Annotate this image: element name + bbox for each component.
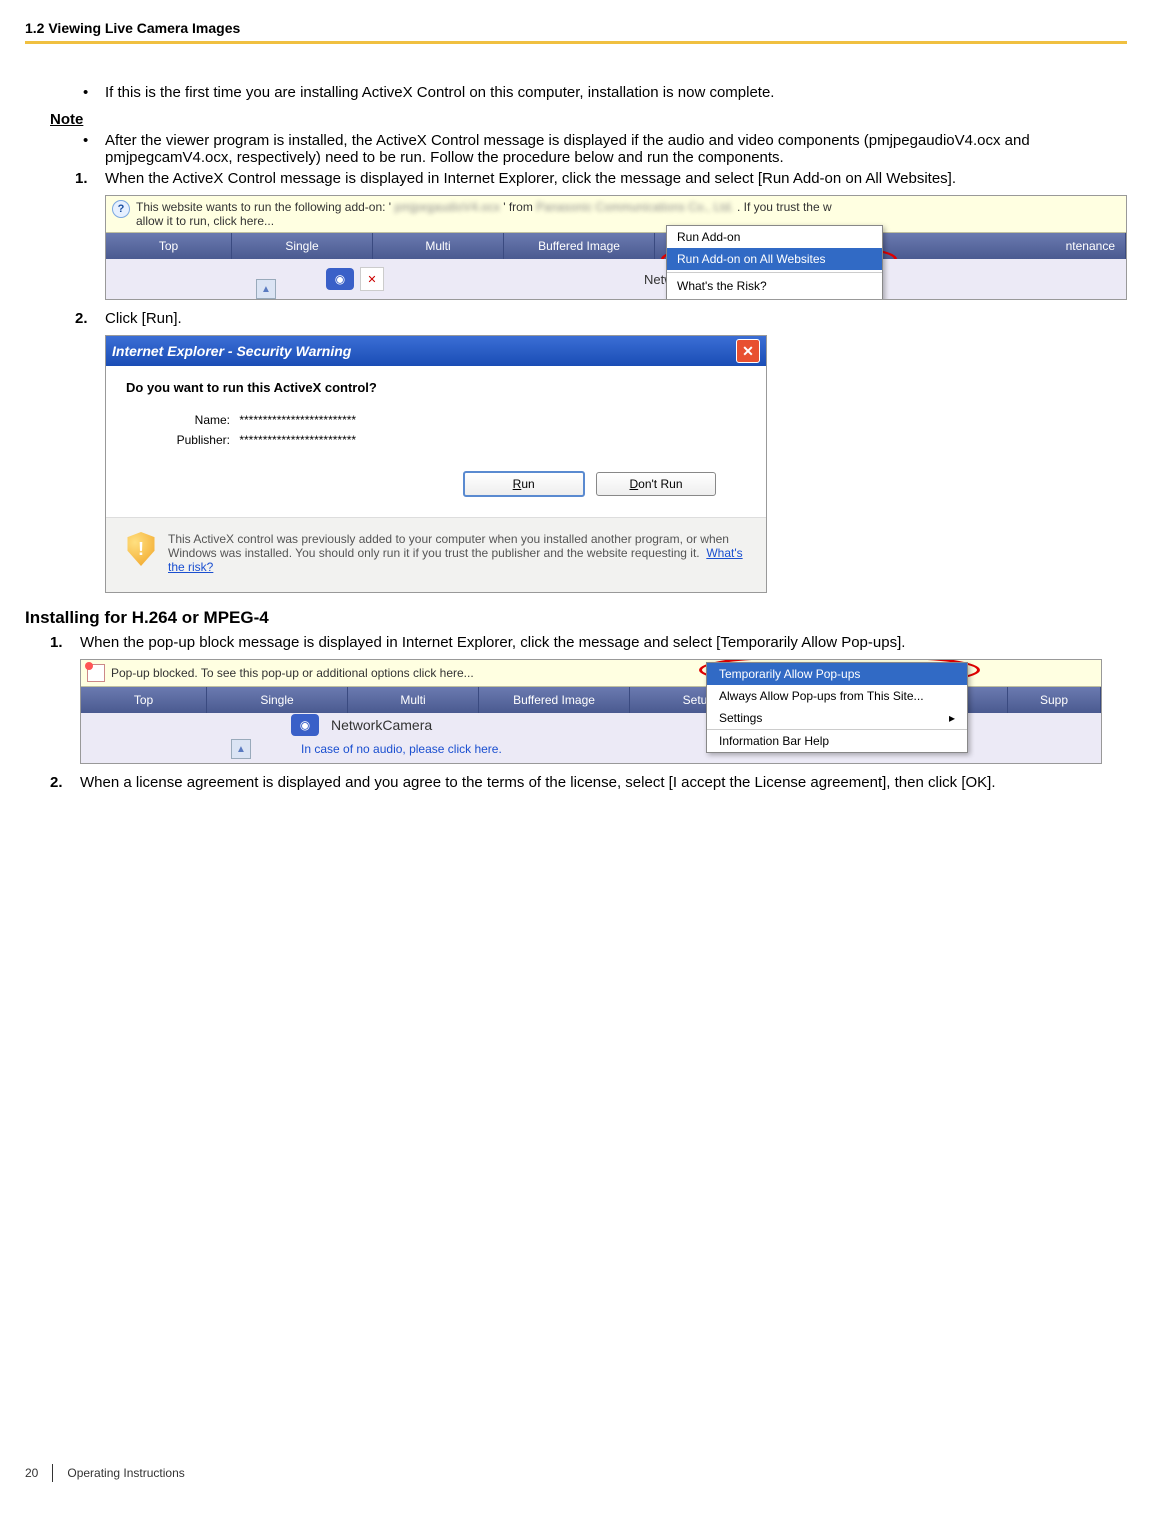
menu-run-addon[interactable]: Run Add-on — [667, 226, 882, 248]
menu-temp-allow-popups[interactable]: Temporarily Allow Pop-ups — [707, 663, 967, 685]
publisher-field: Publisher: ************************* — [126, 433, 746, 447]
tab-top[interactable]: Top — [106, 233, 232, 259]
h264-step-1: When the pop-up block message is display… — [50, 634, 1122, 764]
scroll-up-icon[interactable]: ▲ — [256, 279, 276, 299]
security-warning-dialog: Internet Explorer - Security Warning ✕ D… — [105, 335, 767, 593]
dont-run-label: on't Run — [638, 477, 682, 491]
step2-text: Click [Run]. — [105, 310, 182, 327]
no-audio-link[interactable]: In case of no audio, please click here. — [301, 742, 502, 756]
intro-bullet: If this is the first time you are instal… — [75, 84, 1122, 101]
name-field: Name: ************************* — [126, 413, 746, 427]
infobar-text-post: . If you trust the w — [737, 200, 832, 214]
popup-blocked-icon — [87, 664, 105, 682]
run-button[interactable]: Run — [463, 471, 585, 497]
h264-step1-text: When the pop-up block message is display… — [80, 634, 905, 651]
name-value: ************************* — [239, 413, 356, 427]
camera-tabbar: Top Single Multi Buffered Image ntenance — [106, 233, 1126, 259]
scroll-up-icon[interactable]: ▲ — [231, 739, 251, 759]
menu-whats-the-risk[interactable]: What's the Risk? — [667, 275, 882, 297]
tab-buffered-image[interactable]: Buffered Image — [504, 233, 655, 259]
header-rule — [25, 41, 1127, 44]
menu-infobar-help[interactable]: Information Bar Help — [707, 730, 967, 752]
submenu-arrow-icon: ▸ — [949, 711, 955, 725]
menu-settings[interactable]: Settings▸ — [707, 707, 967, 729]
publisher-blur: Panasonic Communications Co., Ltd. — [536, 200, 733, 214]
tab-top[interactable]: Top — [81, 687, 207, 713]
infobar-text-line2: allow it to run, click here... — [136, 214, 274, 228]
tab-multi[interactable]: Multi — [373, 233, 504, 259]
close-icon[interactable]: ✕ — [736, 339, 760, 363]
h264-step2-text: When a license agreement is displayed an… — [80, 774, 996, 791]
note-label: Note — [50, 111, 1122, 128]
shield-icon: ! — [126, 532, 156, 566]
camera-icon[interactable]: ◉ — [291, 714, 319, 736]
tab-multi[interactable]: Multi — [348, 687, 479, 713]
note-step-1: When the ActiveX Control message is disp… — [75, 170, 1122, 300]
footer-divider — [52, 1464, 53, 1482]
networkcamera-label: NetworkCamera — [331, 717, 432, 733]
menu-run-addon-all[interactable]: Run Add-on on All Websites — [667, 248, 882, 270]
tab-single[interactable]: Single — [207, 687, 348, 713]
section-h264-heading: Installing for H.264 or MPEG-4 — [25, 608, 1122, 628]
popup-infobar-text: Pop-up blocked. To see this pop-up or ad… — [111, 666, 474, 680]
menu-separator — [667, 272, 882, 273]
dialog-title: Internet Explorer - Security Warning — [112, 343, 351, 359]
addon-name-blur: pmjpegaudioV4.ocx — [394, 200, 499, 214]
infobar-text-mid: ' from — [503, 200, 536, 214]
tab-buffered-image[interactable]: Buffered Image — [479, 687, 630, 713]
infobar-context-menu: Run Add-on Run Add-on on All Websites Wh… — [666, 225, 883, 300]
dialog-question: Do you want to run this ActiveX control? — [126, 380, 746, 395]
run-label: un — [521, 477, 534, 491]
camera-toolbar: ▲ ◉ ✕ NetworkCam — [106, 259, 1126, 299]
tab-single[interactable]: Single — [232, 233, 373, 259]
tab-support[interactable]: Supp — [1008, 687, 1101, 713]
broken-image-icon: ✕ — [360, 267, 384, 291]
step1-text: When the ActiveX Control message is disp… — [105, 170, 956, 187]
page-number: 20 — [25, 1466, 38, 1480]
menu-always-allow-popups[interactable]: Always Allow Pop-ups from This Site... — [707, 685, 967, 707]
popup-blocked-screenshot: Pop-up blocked. To see this pop-up or ad… — [80, 659, 1102, 764]
note-text: After the viewer program is installed, t… — [105, 132, 1030, 166]
camera-icon[interactable]: ◉ — [326, 268, 354, 290]
popup-context-menu: Temporarily Allow Pop-ups Always Allow P… — [706, 662, 968, 753]
footer-doc-title: Operating Instructions — [67, 1466, 184, 1480]
note-step-2: Click [Run]. Internet Explorer - Securit… — [75, 310, 1122, 593]
publisher-value: ************************* — [239, 433, 356, 447]
activex-infobar-screenshot: ? This website wants to run the followin… — [105, 195, 1127, 300]
page-footer: 20 Operating Instructions — [25, 1464, 185, 1482]
infobar-text-pre: This website wants to run the following … — [136, 200, 391, 214]
note-bullet: After the viewer program is installed, t… — [75, 132, 1122, 593]
h264-step-2: When a license agreement is displayed an… — [50, 774, 1122, 791]
dialog-titlebar: Internet Explorer - Security Warning ✕ — [106, 336, 766, 366]
publisher-label: Publisher: — [160, 433, 230, 447]
dialog-note-text: This ActiveX control was previously adde… — [168, 532, 746, 574]
section-header: 1.2 Viewing Live Camera Images — [25, 20, 1127, 41]
menu-separator — [667, 299, 882, 300]
name-label: Name: — [160, 413, 230, 427]
ie-information-bar[interactable]: ? This website wants to run the followin… — [106, 196, 1126, 233]
dont-run-button[interactable]: Don't Run — [596, 472, 716, 496]
help-icon: ? — [112, 200, 130, 218]
